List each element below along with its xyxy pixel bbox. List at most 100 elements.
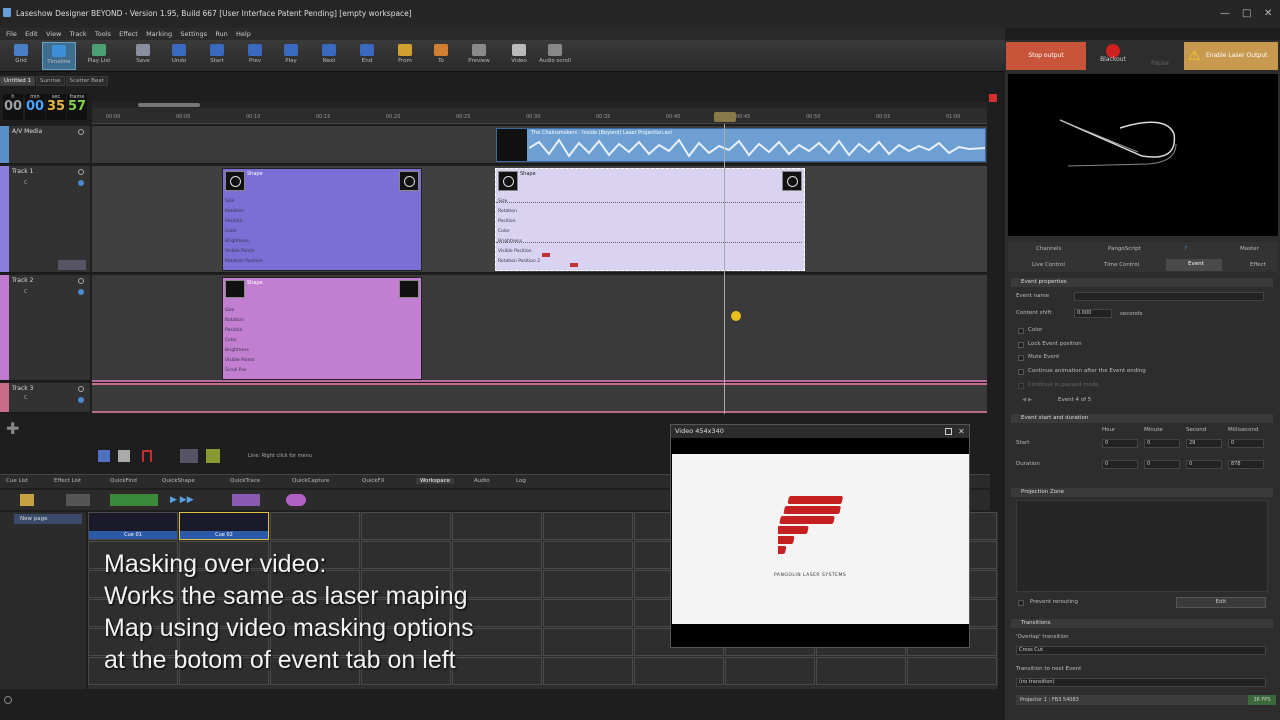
effect-icon[interactable] [232, 494, 260, 506]
menu-view[interactable]: View [46, 28, 61, 40]
menu-help[interactable]: Help [236, 28, 251, 40]
doc-tab[interactable]: Untitled 1 [0, 76, 36, 86]
toolbar-audio-scroll-button[interactable]: Audio scroll [538, 42, 572, 70]
menu-run[interactable]: Run [215, 28, 227, 40]
cue-cell[interactable]: Cue 02 [179, 512, 269, 540]
stop-output-button[interactable]: Stop output [1006, 42, 1086, 70]
track-settings-icon[interactable] [78, 386, 84, 392]
doc-tab[interactable]: Sunrise [36, 76, 65, 86]
track-header-2[interactable]: Track 2 C [0, 275, 90, 381]
menu-effect[interactable]: Effect [119, 28, 138, 40]
bottom-tab-log[interactable]: Log [516, 478, 526, 484]
event-start-handle[interactable] [498, 171, 518, 191]
grid-snap-icon[interactable] [206, 449, 220, 463]
menu-marking[interactable]: Marking [146, 28, 172, 40]
pause-button[interactable]: Pause [1140, 42, 1180, 70]
keyframe-marker[interactable] [570, 263, 578, 267]
tab-help[interactable]: ? [1184, 246, 1187, 252]
laser-pattern-icon[interactable] [66, 494, 90, 506]
blackout-button[interactable]: Blackout [1090, 42, 1136, 70]
timeline-ruler[interactable]: 00:00 00:05 00:10 00:15 00:20 00:25 00:30 00:35… [92, 108, 1030, 124]
toolbar-play-button[interactable]: Play [274, 42, 308, 70]
menu-settings[interactable]: Settings [180, 28, 207, 40]
cue-cell[interactable] [907, 657, 997, 685]
menu-track[interactable]: Track [70, 28, 87, 40]
toolbar-from-button[interactable]: From [388, 42, 422, 70]
menu-file[interactable]: File [6, 28, 17, 40]
bottom-tab-effect-list[interactable]: Effect List [54, 478, 81, 484]
track-visible-icon[interactable] [78, 397, 84, 403]
close-icon[interactable]: ✕ [1264, 8, 1272, 19]
video-window[interactable]: Video 454x340 ✕ PANGOLIN LASER SYSTEMS [670, 424, 970, 648]
cut-tool-icon[interactable] [180, 449, 198, 463]
cue-cell[interactable] [816, 657, 906, 685]
folder-icon[interactable] [20, 494, 34, 506]
cue-cell[interactable] [452, 512, 542, 540]
cue-cell[interactable] [361, 512, 451, 540]
tab-effect[interactable]: Effect [1250, 262, 1266, 268]
duration-field[interactable]: 0 [1144, 460, 1180, 469]
video-restore-icon[interactable] [945, 428, 952, 435]
track-settings-icon[interactable] [78, 129, 84, 135]
duration-field[interactable]: 878 [1228, 460, 1264, 469]
track-settings-icon[interactable] [78, 169, 84, 175]
section-projection-zone[interactable]: Projection Zone [1011, 488, 1273, 497]
cue-cell[interactable] [270, 512, 360, 540]
minimize-icon[interactable]: — [1220, 8, 1230, 19]
start-field[interactable]: 29 [1186, 439, 1222, 448]
mute-event-checkbox[interactable] [1018, 355, 1024, 361]
cue-cell[interactable] [725, 657, 815, 685]
tab-pangoscript[interactable]: PangoScript [1108, 246, 1141, 252]
cue-cell[interactable] [543, 657, 633, 685]
beam-icon[interactable] [286, 494, 306, 506]
menu-edit[interactable]: Edit [25, 28, 38, 40]
start-field[interactable]: 0 [1228, 439, 1264, 448]
start-field[interactable]: 0 [1102, 439, 1138, 448]
tab-master[interactable]: Master [1240, 246, 1259, 252]
continue-animation-checkbox[interactable] [1018, 369, 1024, 375]
toolbar-undo-button[interactable]: Undo [162, 42, 196, 70]
duration-field[interactable]: 0 [1102, 460, 1138, 469]
event-end-handle[interactable] [782, 171, 802, 191]
menu-tools[interactable]: Tools [95, 28, 111, 40]
event-prev-icon[interactable]: ◀ ▶ [1022, 397, 1032, 403]
overlap-select[interactable]: Cross Cut [1016, 646, 1266, 655]
event-shape-t1a[interactable]: Shape Size Rotation Position Color Brigh… [222, 168, 422, 271]
toolbar-to-button[interactable]: To [424, 42, 458, 70]
lock-event-checkbox[interactable] [1018, 342, 1024, 348]
duration-field[interactable]: 0 [1186, 460, 1222, 469]
play-cue-icon[interactable] [110, 494, 158, 506]
bottom-tab-workspace[interactable]: Workspace [416, 478, 455, 484]
keyframe-marker[interactable] [542, 253, 550, 257]
track-header-av[interactable]: A/V Media [0, 126, 90, 164]
content-shift-field[interactable]: 0.000 [1074, 309, 1112, 318]
cue-cell[interactable] [543, 628, 633, 656]
bottom-tab-audio[interactable]: Audio [474, 478, 490, 484]
event-start-handle[interactable] [225, 280, 245, 298]
event-name-field[interactable] [1074, 292, 1264, 301]
magnet-icon[interactable] [142, 450, 152, 462]
lane-track-3[interactable] [92, 383, 987, 413]
cue-cell[interactable] [543, 570, 633, 598]
hand-tool-icon[interactable] [118, 450, 130, 462]
bottom-tab-quickshape[interactable]: QuickShape [162, 478, 195, 484]
projection-edit-button[interactable]: Edit [1176, 597, 1266, 608]
add-track-icon[interactable]: ✚ [6, 421, 20, 437]
toolbar-video-button[interactable]: Video [502, 42, 536, 70]
video-clip[interactable]: The Chainsmokers - Inside (Beyond) Laser… [496, 128, 986, 162]
maximize-icon[interactable]: □ [1242, 8, 1251, 19]
toolbar-preview-button[interactable]: Preview [462, 42, 496, 70]
toolbar-end-button[interactable]: End [350, 42, 384, 70]
bottom-tab-quickcapture[interactable]: QuickCapture [292, 478, 329, 484]
tab-channels[interactable]: Channels [1036, 246, 1061, 252]
cue-cell[interactable]: Cue 01 [88, 512, 178, 540]
event-end-handle[interactable] [399, 171, 419, 191]
section-transitions[interactable]: Transitions [1011, 619, 1273, 628]
bottom-tab-quickfind[interactable]: QuickFind [110, 478, 137, 484]
color-checkbox[interactable] [1018, 328, 1024, 334]
track-header-3[interactable]: Track 3 C [0, 383, 90, 413]
event-shape-t2a[interactable]: Shape Size Rotation Position Color Brigh… [222, 277, 422, 380]
bottom-tab-quicktrace[interactable]: QuickTrace [230, 478, 260, 484]
projection-zone-list[interactable] [1016, 500, 1268, 592]
bottom-tab-quickfx[interactable]: QuickFX [362, 478, 384, 484]
